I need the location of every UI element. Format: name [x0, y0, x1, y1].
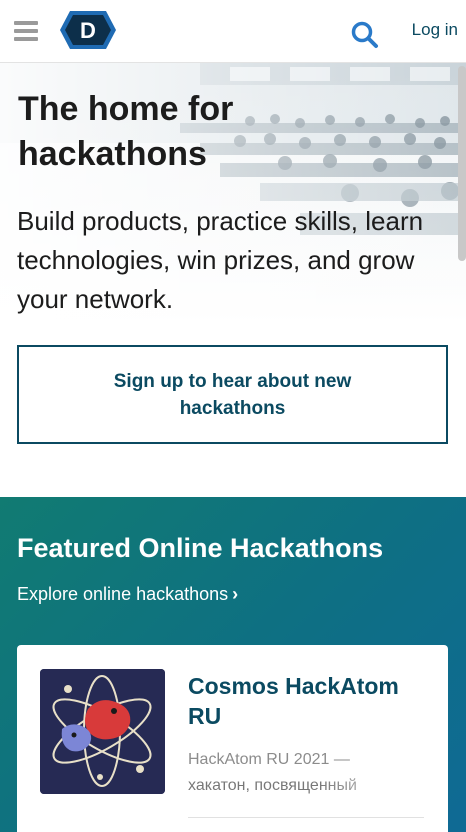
hero-title: The home for hackathons	[18, 90, 234, 173]
logo-hexagon-icon: D	[60, 11, 116, 49]
chevron-right-icon: ›	[232, 584, 239, 604]
featured-section-title: Featured Online Hackathons	[17, 533, 384, 563]
hackathon-card[interactable]: Cosmos HackAtom RU HackAtom RU 2021 — ха…	[17, 645, 448, 832]
atom-mascot-icon	[40, 669, 165, 794]
signup-button[interactable]: Sign up to hear about new hackathons	[17, 345, 448, 444]
hero-section: The home for hackathons Build products, …	[0, 63, 466, 497]
description-line-2: хакатон, посвященный	[188, 773, 388, 799]
devpost-logo[interactable]: D	[58, 9, 118, 51]
explore-link-label: Explore online hackathons	[17, 584, 229, 604]
explore-online-hackathons-link[interactable]: Explore online hackathons ›	[17, 584, 238, 605]
svg-text:D: D	[80, 18, 96, 43]
hackathon-title[interactable]: Cosmos HackAtom RU	[188, 671, 428, 731]
login-link[interactable]: Log in	[412, 20, 458, 40]
page-scrollbar[interactable]	[458, 66, 466, 261]
hackathon-thumbnail	[40, 669, 165, 794]
search-icon[interactable]	[350, 20, 380, 50]
featured-online-hackathons-section: Featured Online Hackathons Explore onlin…	[0, 497, 466, 832]
card-divider	[188, 817, 424, 818]
hackathon-description: HackAtom RU 2021 — хакатон, посвященный	[188, 747, 388, 803]
hero-subtitle: Build products, practice skills, learn t…	[17, 206, 424, 314]
top-navbar: D Log in	[0, 0, 466, 63]
hamburger-menu-icon[interactable]	[14, 21, 38, 41]
description-line-1: HackAtom RU 2021 —	[188, 751, 350, 768]
